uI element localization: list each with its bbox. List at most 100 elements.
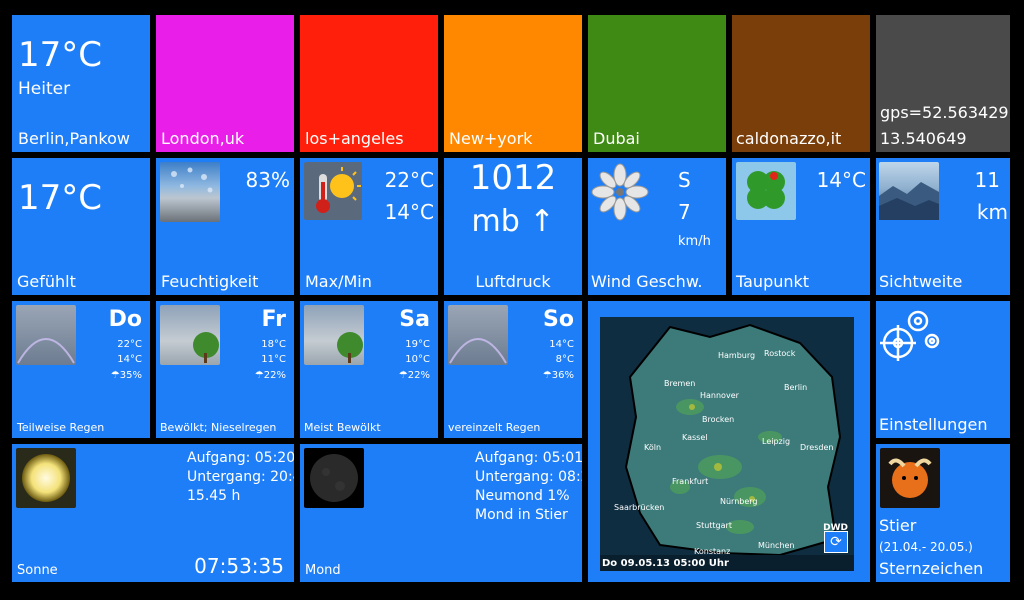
wind-tile[interactable]: S 7 km/h Wind Geschw. (588, 158, 726, 295)
current-weather-tile[interactable]: 17°C Heiter Berlin,Pankow (12, 15, 150, 152)
radar-city-dresden: Dresden (800, 443, 834, 452)
moon-phase: Neumond 1% (475, 488, 570, 504)
humidity-icon (160, 162, 220, 222)
forecast-desc: vereinzelt Regen (448, 421, 541, 434)
city-label: London,uk (161, 129, 245, 148)
forecast-day: Sa (399, 307, 430, 332)
visibility-unit: km (976, 200, 1008, 224)
radar-city-saarbruecken: Saarbrücken (614, 503, 665, 512)
feels-like-value: 17°C (18, 178, 103, 218)
zodiac-name: Stier (879, 516, 917, 535)
city-tile-london[interactable]: London,uk (156, 15, 294, 152)
cloudy-tree-icon (160, 305, 220, 365)
radar-city-stuttgart: Stuttgart (696, 521, 732, 530)
radar-city-frankfurt: Frankfurt (672, 477, 709, 486)
forecast-rain: ☂36% (542, 370, 574, 381)
sunrise-time: Aufgang: 05:20 (187, 450, 294, 466)
visibility-tile[interactable]: 11 km Sichtweite (876, 158, 1010, 295)
wind-direction: S (678, 168, 691, 192)
sun-tile[interactable]: Aufgang: 05:20 Untergang: 20:47 15.45 h … (12, 444, 294, 582)
maxmin-tile[interactable]: 22°C 14°C Max/Min (300, 158, 438, 295)
current-temp: 17°C (18, 35, 103, 75)
radar-city-rostock: Rostock (764, 349, 796, 358)
radar-timestamp: Do 09.05.13 05:00 Uhr (602, 558, 729, 569)
visibility-value: 11 (974, 168, 1000, 192)
radar-city-konstanz: Konstanz (694, 547, 731, 556)
city-label: New+york (449, 129, 533, 148)
moon-icon (304, 448, 364, 508)
rain-rainbow-icon (448, 305, 508, 365)
settings-tile[interactable]: Einstellungen (876, 301, 1010, 438)
taurus-icon (880, 448, 940, 508)
forecast-rain: ☂22% (254, 370, 286, 381)
city-label: los+angeles (305, 129, 404, 148)
tile-label: Sichtweite (879, 272, 963, 291)
moon-sign: Mond in Stier (475, 507, 568, 523)
windmill-icon (590, 162, 650, 222)
rain-rainbow-icon (16, 305, 76, 365)
zodiac-label: Sternzeichen (879, 559, 984, 578)
forecast-day: Do (108, 307, 142, 332)
city-tile-dubai[interactable]: Dubai (588, 15, 726, 152)
radar-city-nuernberg: Nürnberg (720, 497, 758, 506)
day-length: 15.45 h (187, 488, 241, 504)
forecast-max: 22°C (117, 339, 142, 350)
tile-label: Max/Min (305, 272, 372, 291)
city-label: caldonazzo,it (736, 129, 842, 148)
forecast-rain: ☂22% (398, 370, 430, 381)
forecast-tile-sa[interactable]: Sa 19°C 10°C ☂22% Meist Bewölkt (300, 301, 438, 438)
min-temp: 14°C (384, 200, 434, 224)
tile-label: Taupunkt (736, 272, 810, 291)
city-tile-new-york[interactable]: New+york (444, 15, 582, 152)
feels-like-tile[interactable]: 17°C Gefühlt (12, 158, 150, 295)
radar-map: Hamburg Rostock Bremen Hannover Berlin B… (600, 317, 854, 571)
tile-label: Luftdruck (475, 272, 551, 291)
clover-icon (736, 162, 796, 220)
radar-city-muenchen: München (758, 541, 795, 550)
cloudy-tree-icon (304, 305, 364, 365)
dewpoint-tile[interactable]: 14°C Taupunkt (732, 158, 870, 295)
forecast-min: 8°C (555, 354, 574, 365)
forecast-min: 11°C (261, 354, 286, 365)
forecast-tile-do[interactable]: Do 22°C 14°C ☂35% Teilweise Regen (12, 301, 150, 438)
zodiac-tile[interactable]: Stier (21.04.- 20.05.) Sternzeichen (876, 444, 1010, 582)
humidity-tile[interactable]: 83% Feuchtigkeit (156, 158, 294, 295)
pressure-trend-icon: ↑ (529, 204, 555, 239)
radar-map-tile[interactable]: Hamburg Rostock Bremen Hannover Berlin B… (588, 301, 870, 582)
moon-label: Mond (305, 563, 341, 578)
radar-city-leipzig: Leipzig (762, 437, 791, 446)
forecast-max: 18°C (261, 339, 286, 350)
thermometer-sun-icon (304, 162, 362, 220)
forecast-max: 14°C (549, 339, 574, 350)
wind-speed: 7 (678, 200, 691, 224)
city-tile-caldonazzo[interactable]: caldonazzo,it (732, 15, 870, 152)
forecast-tile-so[interactable]: So 14°C 8°C ☂36% vereinzelt Regen (444, 301, 582, 438)
dewpoint-value: 14°C (816, 168, 866, 192)
moonrise-time: Aufgang: 05:01 (475, 450, 582, 466)
pressure-unit: mb (471, 204, 520, 239)
tile-label: Feuchtigkeit (161, 272, 259, 291)
forecast-desc: Meist Bewölkt (304, 421, 381, 434)
radar-city-hannover: Hannover (700, 391, 739, 400)
gps-tile[interactable]: gps=52.563429, 13.540649 (876, 15, 1010, 152)
location-label: Berlin,Pankow (18, 129, 130, 148)
forecast-day: Fr (261, 307, 286, 332)
current-condition: Heiter (18, 79, 71, 99)
forecast-desc: Teilweise Regen (17, 421, 105, 434)
humidity-value: 83% (245, 168, 290, 192)
radar-city-kassel: Kassel (682, 433, 708, 442)
sunset-time: Untergang: 20:47 (187, 469, 294, 485)
pressure-tile[interactable]: 1012 mb ↑ Luftdruck (444, 158, 582, 295)
moonset-time: Untergang: 08:24 (475, 469, 582, 485)
radar-city-brocken: Brocken (702, 415, 735, 424)
radar-city-hamburg: Hamburg (718, 351, 756, 360)
gears-icon (878, 305, 940, 365)
radar-city-bremen: Bremen (664, 379, 696, 388)
forecast-tile-fr[interactable]: Fr 18°C 11°C ☂22% Bewölkt; Nieselregen (156, 301, 294, 438)
sun-label: Sonne (17, 563, 58, 578)
dwd-logo-icon: ⟳ (824, 531, 848, 553)
moon-tile[interactable]: Aufgang: 05:01 Untergang: 08:24 Neumond … (300, 444, 582, 582)
radar-city-koeln: Köln (644, 443, 662, 452)
forecast-rain: ☂35% (110, 370, 142, 381)
city-tile-los-angeles[interactable]: los+angeles (300, 15, 438, 152)
